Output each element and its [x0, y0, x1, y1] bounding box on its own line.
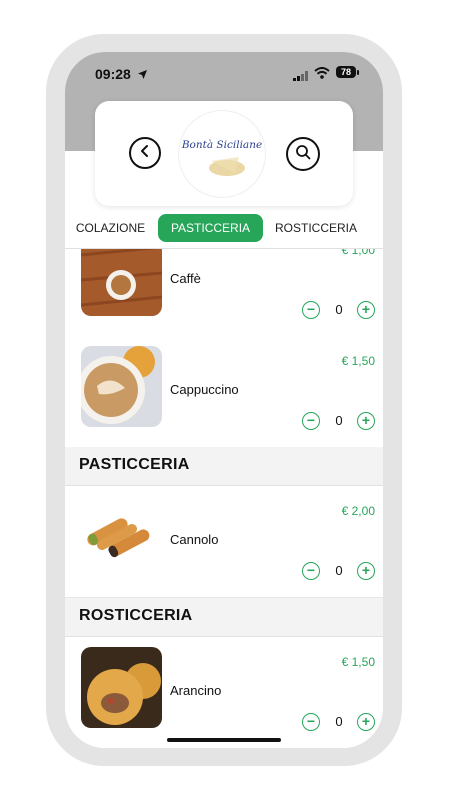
product-name: Cappuccino — [170, 382, 239, 397]
cellular-signal-icon — [293, 68, 309, 86]
back-button[interactable] — [129, 137, 161, 169]
product-price: € 1,50 — [341, 354, 375, 368]
home-indicator[interactable] — [167, 738, 281, 742]
section-header-pasticceria: PASTICCERIA — [65, 447, 383, 486]
product-name: Arancino — [170, 683, 222, 698]
decrease-button[interactable]: − — [302, 301, 320, 319]
search-icon — [295, 144, 311, 165]
brand-logo: Bontà Siciliane — [179, 111, 265, 197]
tab-pasticceria[interactable]: PASTICCERIA — [158, 214, 263, 242]
product-row-cappuccino[interactable]: Cappuccino € 1,50 − 0 + — [65, 336, 383, 448]
cannolo-image — [81, 496, 162, 577]
tab-colazione[interactable]: COLAZIONE — [73, 214, 148, 242]
product-price: € 2,00 — [341, 504, 375, 518]
increase-button[interactable]: + — [357, 562, 375, 580]
increase-button[interactable]: + — [357, 713, 375, 731]
product-name: Caffè — [170, 271, 201, 286]
status-time: 09:28 — [95, 66, 131, 82]
header-card: Bontà Siciliane — [95, 101, 353, 206]
chevron-left-icon — [138, 144, 152, 163]
search-button[interactable] — [286, 137, 320, 171]
product-name: Cannolo — [170, 532, 219, 547]
decrease-button[interactable]: − — [302, 713, 320, 731]
quantity-value: 0 — [335, 413, 343, 428]
quantity-value: 0 — [335, 563, 343, 578]
quantity-value: 0 — [335, 714, 343, 729]
section-title: PASTICCERIA — [79, 456, 190, 473]
product-price: € 1,50 — [341, 655, 375, 669]
tab-rosticceria[interactable]: ROSTICCERIA — [275, 214, 357, 242]
wifi-icon — [314, 66, 330, 84]
decrease-button[interactable]: − — [302, 562, 320, 580]
logo-text: Bontà Siciliane — [181, 139, 263, 151]
product-row-arancino[interactable]: Arancino € 1,50 − 0 + — [65, 637, 383, 748]
app-screen: 09:28 78 Bontà Siciliane COLAZIONE PASTI… — [65, 52, 383, 748]
section-header-rosticceria: ROSTICCERIA — [65, 598, 383, 637]
product-row-cannolo[interactable]: Cannolo € 2,00 − 0 + — [65, 486, 383, 598]
cappuccino-image — [81, 346, 162, 427]
category-tabs: COLAZIONE PASTICCERIA ROSTICCERIA — [65, 212, 383, 248]
location-arrow-icon — [137, 67, 148, 85]
arancino-image — [81, 647, 162, 728]
quantity-value: 0 — [335, 302, 343, 317]
increase-button[interactable]: + — [357, 301, 375, 319]
tabs-divider — [65, 248, 383, 249]
decrease-button[interactable]: − — [302, 412, 320, 430]
battery-tip — [357, 70, 359, 75]
section-title: ROSTICCERIA — [79, 607, 193, 624]
increase-button[interactable]: + — [357, 412, 375, 430]
battery-icon: 78 — [336, 66, 356, 78]
